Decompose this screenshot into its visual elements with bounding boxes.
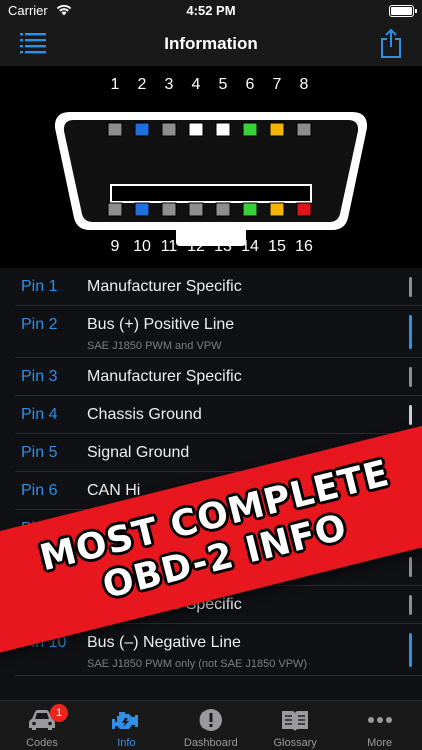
pin-number-top: 7 <box>272 76 282 93</box>
pin-number-top: 2 <box>137 76 147 93</box>
connector-pin-top <box>269 122 285 137</box>
tab-label: Codes <box>26 737 58 749</box>
pin-function-title: Signal Ground <box>87 444 190 461</box>
pin-number-bottom: 11 <box>160 238 178 255</box>
connector-pin-top <box>134 122 150 137</box>
connector-pin-top <box>161 122 177 137</box>
pin-label: Pin 1 <box>21 278 58 295</box>
pin-label: Pin 4 <box>21 406 58 423</box>
pin-number-bottom: 15 <box>268 238 286 255</box>
pin-number-bottom: 12 <box>187 238 205 255</box>
pin-function-title: Manufacturer Specific <box>87 278 242 295</box>
more-icon <box>365 707 395 733</box>
pin-number-top: 8 <box>299 76 309 93</box>
connector-pin-top <box>107 122 123 137</box>
pin-color-indicator <box>409 557 412 577</box>
pin-number-top: 3 <box>164 76 174 93</box>
pin-label: Pin 3 <box>21 368 58 385</box>
tab-glossary[interactable]: Glossary <box>253 701 337 750</box>
connector-pin-bottom <box>269 202 285 217</box>
pin-function-title: Chassis Ground <box>87 406 202 423</box>
tab-label: Glossary <box>273 737 317 749</box>
connector-pin-bottom <box>296 202 312 217</box>
tab-info[interactable]: Info <box>84 701 168 750</box>
connector-pin-bottom <box>242 202 258 217</box>
tab-label: Dashboard <box>183 737 238 749</box>
pin-color-indicator <box>409 595 412 615</box>
book-icon <box>280 707 310 733</box>
pin-number-top: 4 <box>191 76 201 93</box>
pin-list-row[interactable]: Pin 4 Chassis Ground <box>15 396 422 434</box>
connector-pin-top <box>242 122 258 137</box>
tab-label: Info <box>117 737 136 749</box>
pin-list-row[interactable]: Pin 2 Bus (+) Positive Line SAE J1850 PWM … <box>15 306 422 358</box>
share-icon[interactable] <box>380 28 402 58</box>
pin-number-bottom: 13 <box>214 238 232 255</box>
pin-number-bottom: 16 <box>295 238 313 255</box>
pin-color-indicator <box>409 277 412 297</box>
connector-pin-top <box>215 122 231 137</box>
pin-number-bottom: 10 <box>133 238 151 255</box>
pin-number-top: 6 <box>245 76 255 93</box>
pin-list-row[interactable]: Pin 1 Manufacturer Specific <box>15 268 422 306</box>
connector-pin-top <box>296 122 312 137</box>
tab-codes[interactable]: 1 Codes <box>0 701 84 750</box>
pin-label: Pin 6 <box>21 482 58 499</box>
pin-number-bottom: 14 <box>241 238 259 255</box>
navigation-bar: Information <box>0 22 422 66</box>
pin-function-title: Manufacturer Specific <box>87 368 242 385</box>
pin-function-title: Bus (+) Positive Line <box>87 316 235 333</box>
pin-color-indicator <box>409 633 412 667</box>
tab-dashboard[interactable]: Dashboard <box>169 701 253 750</box>
connector-pin-top <box>188 122 204 137</box>
connector-pin-bottom <box>107 202 123 217</box>
tab-bar: 1 Codes Info Dashboard Glossary More <box>0 700 422 750</box>
pin-function-title: Bus (–) Negative Line <box>87 634 241 651</box>
tab-label: More <box>367 737 393 749</box>
connector-pin-bottom <box>215 202 231 217</box>
pin-color-indicator <box>409 405 412 425</box>
notification-badge: 1 <box>50 704 68 722</box>
connector-pin-bottom <box>161 202 177 217</box>
battery-icon <box>389 5 417 17</box>
pin-color-indicator <box>409 367 412 387</box>
connector-slot <box>110 184 312 203</box>
connector-pin-bottom <box>134 202 150 217</box>
status-bar: Carrier 4:52 PM <box>0 0 422 22</box>
pin-color-indicator <box>409 315 412 349</box>
pin-list-row[interactable]: Pin 3 Manufacturer Specific <box>15 358 422 396</box>
pin-label: Pin 5 <box>21 444 58 461</box>
pin-number-top: 5 <box>218 76 228 93</box>
pin-number-top: 1 <box>110 76 120 93</box>
pin-function-subtitle: SAE J1850 PWM and VPW <box>87 340 222 352</box>
obd2-connector-diagram: 12345678 9 10 11 12 13 14 15 16 <box>0 66 422 268</box>
pin-number-bottom: 9 <box>110 238 120 255</box>
warning-icon <box>196 707 226 733</box>
pin-label: Pin 2 <box>21 316 58 333</box>
engine-icon <box>111 707 141 733</box>
pin-function-subtitle: SAE J1850 PWM only (not SAE J1850 VPW) <box>87 658 308 670</box>
connector-pin-bottom <box>188 202 204 217</box>
page-title: Information <box>164 34 258 53</box>
connector-illustration <box>54 112 368 246</box>
tab-more[interactable]: More <box>338 701 422 750</box>
status-time: 4:52 PM <box>186 3 236 18</box>
